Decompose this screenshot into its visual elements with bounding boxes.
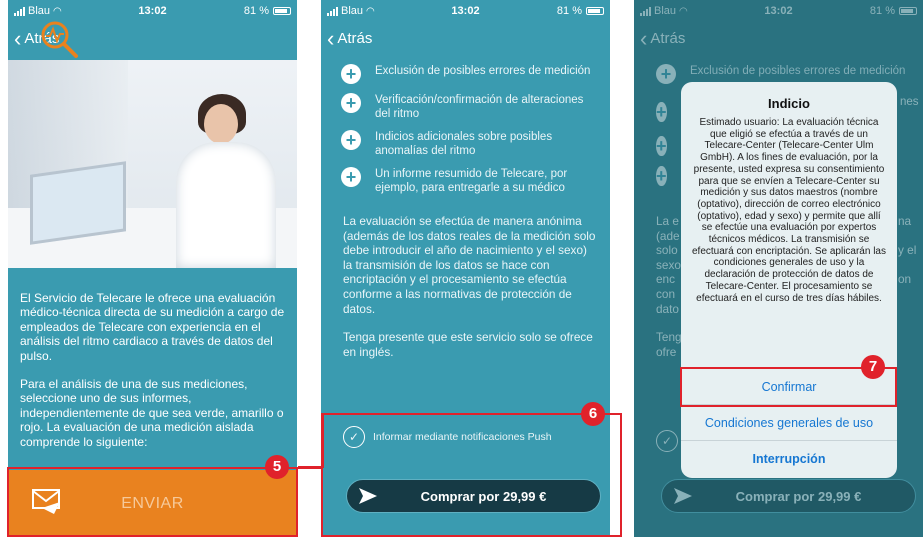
signal-icon [640, 6, 651, 16]
background-text-right: na y el on [898, 214, 917, 287]
list-item: + Exclusión de posibles errores de medici… [341, 64, 600, 84]
wifi-icon: ◠ [679, 5, 688, 17]
battery-icon [585, 7, 604, 15]
screen-service-intro: Blau ◠ 13:02 81 % ‹ Atrás El Servicio de T… [8, 0, 297, 537]
alert-message: Estimado usuario: La evaluación técnica … [691, 117, 886, 304]
alert-title: Indicio [768, 96, 810, 111]
chevron-left-icon: ‹ [327, 26, 335, 51]
battery-icon [272, 7, 291, 15]
back-button: ‹ Atrás [640, 26, 686, 51]
list-item: + Indicios adicionales sobre posibles ano… [341, 130, 600, 158]
clock: 13:02 [138, 5, 167, 17]
chevron-left-icon: ‹ [640, 26, 648, 51]
send-label: ENVIAR [121, 494, 184, 512]
feature-list: + Exclusión de posibles errores de medici… [341, 64, 600, 204]
push-label: Informar mediante notificaciones Push [373, 431, 552, 443]
battery-percent: 81 % [243, 5, 269, 17]
screen-service-details: Blau ◠ 13:02 81 % ‹ Atrás + Exclusión de po… [321, 0, 610, 537]
buy-button[interactable]: Comprar por 29,99 € [346, 479, 601, 513]
plus-icon: + [341, 167, 361, 187]
cancel-button[interactable]: Interrupción [681, 440, 897, 476]
plus-icon: + [656, 166, 667, 186]
buy-label: Comprar por 29,99 € [735, 488, 862, 504]
battery-percent: 81 % [869, 5, 895, 17]
background-text-left: La e (ade solo sexo enc con dato Teng of… [656, 214, 682, 359]
feature-label: Exclusión de posibles errores de medició… [690, 65, 906, 77]
carrier-label: Blau [341, 5, 364, 17]
signal-icon [327, 6, 338, 16]
callout-badge-6: 6 [581, 402, 605, 426]
language-paragraph: Tenga presente que este servicio solo se… [343, 330, 593, 359]
details-text: La evaluación se efectúa de manera anóni… [343, 214, 598, 359]
back-label: Atrás [650, 30, 686, 47]
signal-icon [14, 6, 25, 16]
feature-label: Indicios adicionales sobre posibles anom… [375, 131, 553, 157]
wifi-icon: ◠ [366, 5, 375, 17]
callout-badge-5: 5 [265, 455, 289, 479]
callout-badge-7: 7 [861, 355, 885, 379]
feature-label: Un informe resumido de Telecare, por eje… [375, 168, 568, 194]
back-label: Atrás [337, 30, 373, 47]
plus-icon: + [656, 136, 667, 156]
anonymity-paragraph: La evaluación se efectúa de manera anóni… [343, 214, 596, 316]
screen-consent-alert: Blau ◠ 13:02 81 % ‹ Atrás + Exclusión de po… [634, 0, 923, 537]
carrier-label: Blau [28, 5, 51, 17]
feature-label: Exclusión de posibles errores de medició… [375, 65, 591, 77]
plus-icon: + [656, 102, 667, 122]
instruction-paragraph: Para el análisis de una de sus medicione… [20, 377, 284, 449]
terms-button[interactable]: Condiciones generales de uso [681, 404, 897, 440]
intro-text: El Servicio de Telecare le ofrece una ev… [20, 291, 287, 449]
buy-label: Comprar por 29,99 € [420, 488, 547, 504]
chevron-left-icon: ‹ [14, 26, 22, 51]
send-button[interactable]: ENVIAR [8, 470, 297, 537]
send-arrow-icon [359, 488, 377, 504]
list-item: + Exclusión de posibles errores de medici… [656, 64, 919, 84]
push-notification-toggle[interactable]: ✓ Informar mediante notificaciones Push [343, 426, 600, 448]
buy-button: Comprar por 29,99 € [661, 479, 916, 513]
plus-icon: + [341, 93, 361, 113]
plus-icon: + [656, 64, 676, 84]
checkmark-icon[interactable]: ✓ [343, 426, 365, 448]
intro-paragraph: El Servicio de Telecare le ofrece una ev… [20, 291, 285, 363]
checkmark-icon: ✓ [656, 430, 678, 452]
battery-icon [898, 7, 917, 15]
back-button[interactable]: ‹ Atrás [327, 26, 373, 51]
plus-icon: + [341, 130, 361, 150]
send-arrow-icon [674, 488, 692, 504]
clock: 13:02 [764, 5, 793, 17]
list-item: + Un informe resumido de Telecare, por ej… [341, 167, 600, 195]
consent-alert-dialog: Indicio Estimado usuario: La evaluación … [681, 82, 897, 478]
callout-connector [298, 466, 322, 469]
background-text-right: nes [900, 96, 919, 108]
wifi-icon: ◠ [53, 5, 62, 17]
carrier-label: Blau [654, 5, 677, 17]
magnifier-pulse-icon [41, 21, 78, 58]
feature-label: Verificación/confirmación de alteracione… [375, 94, 584, 120]
battery-percent: 81 % [556, 5, 582, 17]
status-bar: Blau ◠ 13:02 81 % [321, 0, 610, 22]
plus-icon: + [341, 64, 361, 84]
clock: 13:02 [451, 5, 480, 17]
list-item: + Verificación/confirmación de alteracion… [341, 93, 600, 121]
doctor-photo [8, 60, 297, 268]
status-bar: Blau ◠ 13:02 81 % [634, 0, 923, 22]
